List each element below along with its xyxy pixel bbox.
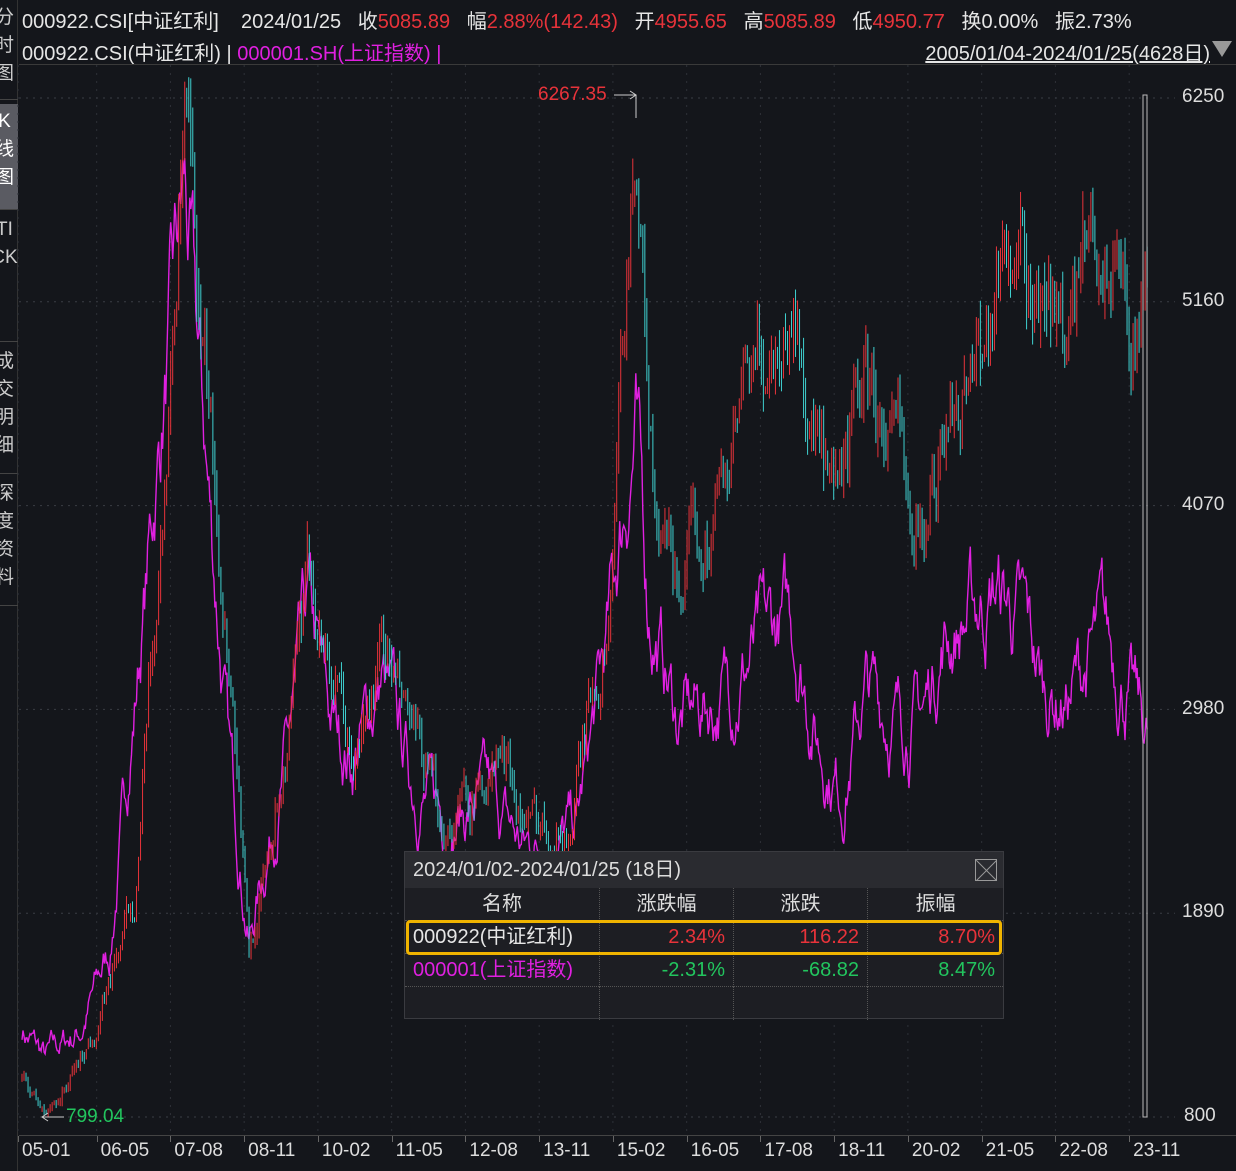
x-tick-mark [686,1136,688,1142]
col-name: 名称 [405,888,600,921]
range-stats-popup: 2024/01/02-2024/01/25 (18日) 名称 涨跌幅 涨跌 振幅… [404,851,1004,1020]
table-header: 名称 涨跌幅 涨跌 振幅 [405,888,1003,921]
x-tick: 05-01 [22,1140,71,1161]
x-tick: 06-05 [100,1140,150,1161]
x-tick: 10-02 [321,1140,371,1161]
y-tick: 800 [1184,1105,1216,1126]
x-tick-mark [391,1136,393,1142]
x-tick: 18-11 [838,1140,886,1161]
x-tick-mark [760,1136,762,1142]
low-arrow-icon [41,1112,64,1122]
x-axis: 05-01 06-05 07-08 08-11 10-02 11-05 12-08 13-11… [18,1135,1236,1171]
y-tick: 2980 [1182,698,1225,719]
x-tick-mark [1129,1136,1131,1142]
row-chg: -68.82 [734,954,868,987]
x-tick-mark [317,1136,319,1142]
high-arrow-icon [614,90,637,118]
table-row[interactable]: 000922(中证红利) 2.34% 116.22 8.70% [405,921,1003,954]
x-tick: 20-02 [911,1140,961,1161]
x-tick-mark [170,1136,172,1142]
table-row[interactable]: 000001(上证指数) -2.31% -68.82 8.47% [405,954,1003,987]
x-tick-mark [834,1136,836,1142]
row-pct: -2.31% [600,954,734,987]
high-annotation: 6267.35 [538,84,607,105]
x-tick: 15-02 [616,1140,666,1161]
row-name: 000001(上证指数) [405,954,600,987]
x-tick: 07-08 [174,1140,224,1161]
row-amp: 8.47% [938,959,995,981]
row-chg: 116.22 [734,921,868,954]
x-tick: 21-05 [985,1140,1035,1161]
x-tick: 11-05 [395,1140,443,1161]
x-tick-mark [1055,1136,1057,1142]
y-tick: 6250 [1182,86,1225,107]
row-name: 000922(中证红利) [405,921,600,954]
x-tick: 22-08 [1059,1140,1109,1161]
x-tick-mark [18,1136,19,1142]
y-tick: 5160 [1182,290,1225,311]
range-end-marker [1142,94,1148,1118]
row-pct: 2.34% [600,921,734,954]
row-amp: 8.70% [938,926,995,948]
y-tick: 1890 [1182,901,1225,922]
x-tick-mark [539,1136,541,1142]
x-tick-mark [465,1136,467,1142]
x-tick: 23-11 [1133,1140,1181,1161]
x-tick-mark [612,1136,614,1142]
x-tick: 12-08 [469,1140,519,1161]
x-tick-mark [981,1136,983,1142]
x-tick-mark [244,1136,246,1142]
y-tick: 4070 [1182,494,1225,515]
x-tick: 16-05 [690,1140,740,1161]
x-tick: 13-11 [543,1140,591,1161]
col-amp: 振幅 [915,893,956,915]
popup-title: 2024/01/02-2024/01/25 (18日) [413,859,681,881]
x-tick-mark [907,1136,909,1142]
col-pct: 涨跌幅 [600,888,734,921]
x-tick: 17-08 [764,1140,814,1161]
close-icon[interactable] [975,859,997,881]
x-tick: 08-11 [248,1140,296,1161]
col-chg: 涨跌 [734,888,868,921]
low-annotation: 799.04 [66,1106,125,1127]
table-row-empty [405,987,1003,1020]
x-tick-mark [96,1136,98,1142]
